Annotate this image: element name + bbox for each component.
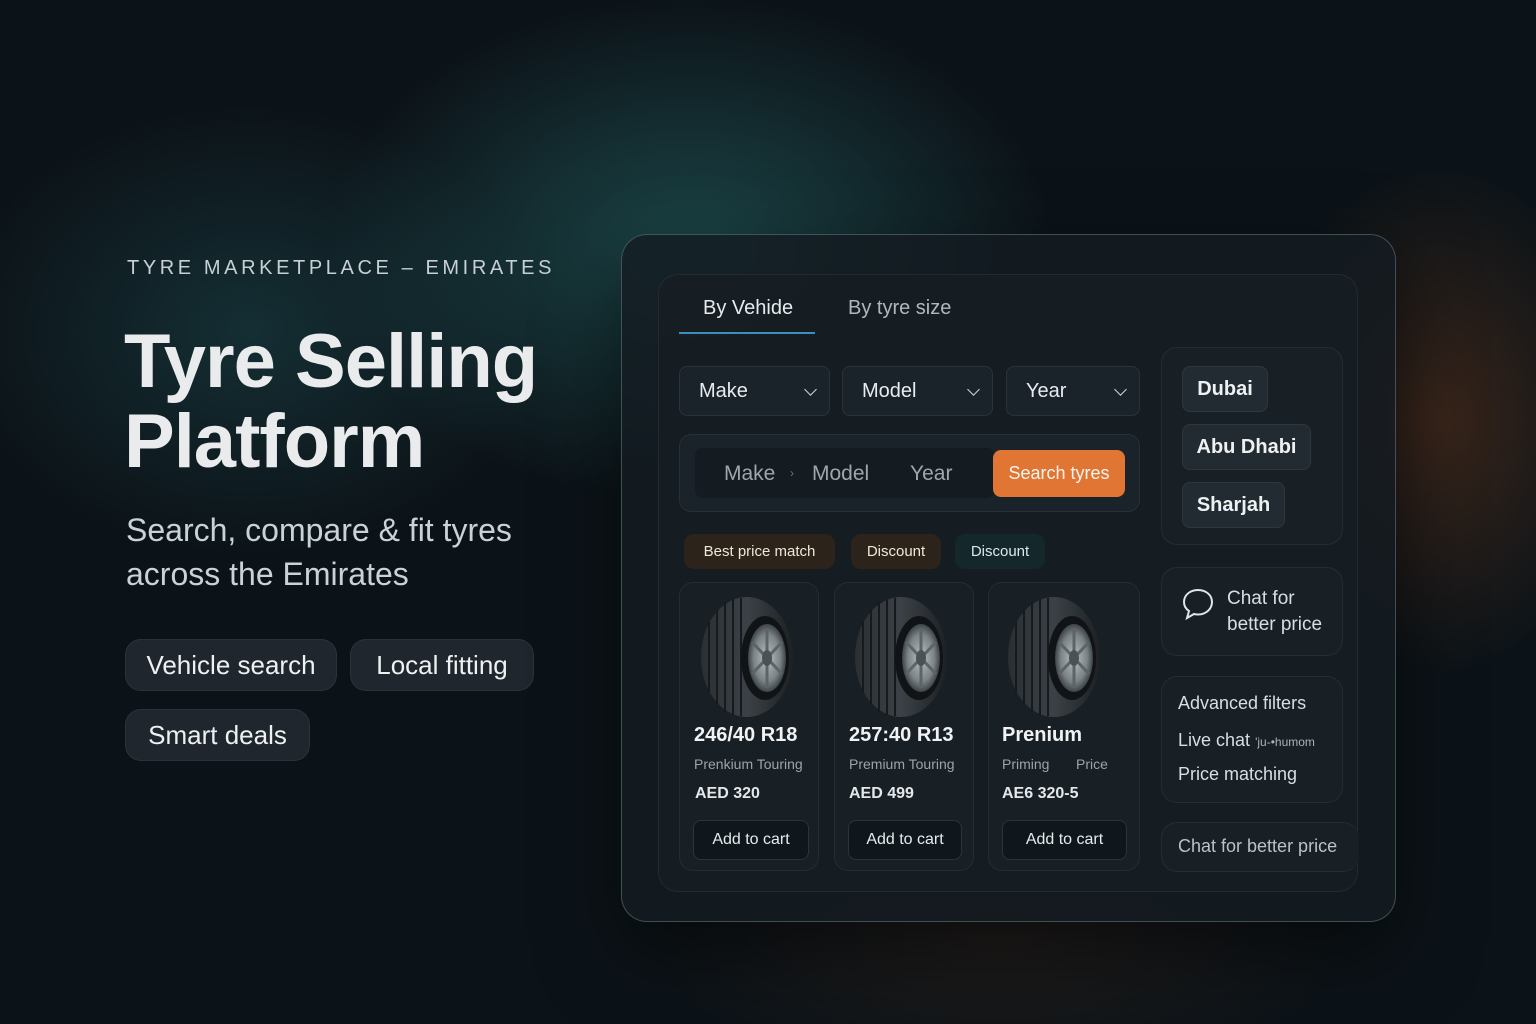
product-price: AE6 320-5 bbox=[1002, 785, 1079, 802]
feature-pill-smart-deals: Smart deals bbox=[125, 709, 310, 761]
year-select[interactable]: Year bbox=[1006, 366, 1140, 416]
add-to-cart-button[interactable]: Add to cart bbox=[848, 820, 962, 860]
feature-price-matching[interactable]: Price matching bbox=[1178, 764, 1297, 785]
year-select-label: Year bbox=[1026, 379, 1067, 402]
product-size: 257:40 R13 bbox=[849, 724, 954, 746]
hero-title: Tyre Selling Platform bbox=[124, 319, 538, 484]
feature-advanced-filters[interactable]: Advanced filters bbox=[1178, 693, 1306, 714]
eyebrow-label: TYRE MARKETPLACE – EMIRATES bbox=[127, 257, 556, 279]
model-select-label: Model bbox=[862, 379, 917, 402]
product-type-extra: Price bbox=[1076, 756, 1108, 772]
product-size: Prenium bbox=[1002, 724, 1083, 746]
location-abu-dhabi[interactable]: Abu Dhabi bbox=[1182, 424, 1311, 470]
feature-pill-vehicle-search: Vehicle search bbox=[125, 639, 337, 691]
chat-card-line1: Chat for bbox=[1227, 588, 1295, 609]
add-to-cart-button[interactable]: Add to cart bbox=[1002, 820, 1127, 860]
product-price: AED 499 bbox=[849, 785, 914, 802]
chevron-down-icon bbox=[804, 382, 817, 396]
product-price: AED 320 bbox=[695, 785, 760, 802]
search-tyres-button[interactable]: Search tyres bbox=[993, 450, 1125, 497]
tyre-image bbox=[1008, 597, 1100, 717]
chevron-down-icon bbox=[1114, 382, 1127, 396]
search-model-placeholder: Model bbox=[812, 462, 870, 485]
search-separator: › bbox=[790, 466, 794, 480]
badge-discount[interactable]: Discount bbox=[955, 534, 1045, 569]
feature-live-chat-label: Live chat bbox=[1178, 730, 1251, 750]
badge-discount[interactable]: Discount bbox=[851, 534, 941, 569]
feature-live-chat-suffix: 'ju-•humom bbox=[1255, 735, 1315, 749]
chat-card-line2: better price bbox=[1227, 614, 1323, 635]
location-dubai[interactable]: Dubai bbox=[1182, 366, 1268, 412]
search-year-placeholder: Year bbox=[910, 462, 953, 485]
tab-by-vehicle[interactable]: By Vehide bbox=[703, 297, 793, 320]
chat-footer-link[interactable]: Chat for better price bbox=[1178, 836, 1337, 857]
chevron-down-icon bbox=[967, 382, 980, 396]
product-type: Premium Touring bbox=[849, 756, 955, 772]
feature-pill-local-fitting: Local fitting bbox=[350, 639, 534, 691]
location-sharjah[interactable]: Sharjah bbox=[1182, 482, 1285, 528]
product-size: 246/40 R18 bbox=[694, 724, 798, 746]
product-type: Prenkium Touring bbox=[694, 756, 803, 772]
hero-subtitle: Search, compare & fit tyres across the E… bbox=[126, 512, 512, 592]
tyre-image bbox=[701, 597, 793, 717]
product-type: Priming bbox=[1002, 756, 1050, 772]
add-to-cart-button[interactable]: Add to cart bbox=[693, 820, 809, 860]
badge-best-price-match[interactable]: Best price match bbox=[684, 534, 835, 569]
make-select[interactable]: Make bbox=[679, 366, 830, 416]
active-tab-indicator bbox=[679, 332, 815, 334]
search-make-placeholder: Make bbox=[724, 462, 776, 485]
make-select-label: Make bbox=[699, 379, 748, 402]
tyre-image bbox=[855, 597, 947, 717]
chat-bubble-icon bbox=[1182, 588, 1214, 621]
tab-by-tyre-size[interactable]: By tyre size bbox=[848, 297, 951, 320]
feature-live-chat[interactable]: Live chat 'ju-•humom bbox=[1178, 730, 1315, 751]
model-select[interactable]: Model bbox=[842, 366, 993, 416]
